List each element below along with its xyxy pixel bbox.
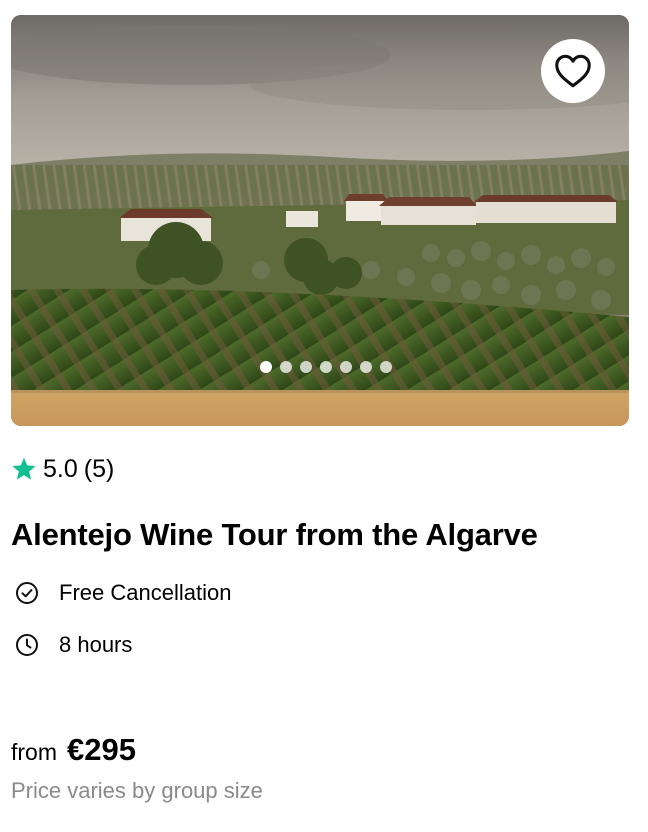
feature-label: 8 hours xyxy=(59,632,133,657)
carousel-dot[interactable] xyxy=(360,361,372,373)
clock-icon xyxy=(16,634,38,656)
rating-score: 5.0 xyxy=(43,455,78,483)
carousel-dot[interactable] xyxy=(280,361,292,373)
carousel-indicators xyxy=(17,361,629,373)
price: from €295 xyxy=(11,732,136,768)
carousel-dot[interactable] xyxy=(380,361,392,373)
tour-title[interactable]: Alentejo Wine Tour from the Algarve xyxy=(11,515,538,555)
feature-free-cancellation: Free Cancellation xyxy=(15,579,231,607)
feature-label: Free Cancellation xyxy=(59,580,232,605)
carousel-dot[interactable] xyxy=(340,361,352,373)
carousel-dot[interactable] xyxy=(260,361,272,373)
feature-duration: 8 hours xyxy=(15,631,132,659)
price-note: Price varies by group size xyxy=(11,778,263,803)
heart-icon xyxy=(555,54,591,88)
carousel-dot[interactable] xyxy=(320,361,332,373)
price-from-label: from xyxy=(11,739,57,765)
price-amount: €295 xyxy=(67,732,136,767)
favorite-button[interactable] xyxy=(541,39,605,103)
tour-card[interactable]: 5.0 (5) Alentejo Wine Tour from the Alga… xyxy=(0,0,648,832)
carousel-dot[interactable] xyxy=(300,361,312,373)
rating: 5.0 (5) xyxy=(11,454,114,484)
tour-image[interactable] xyxy=(11,15,629,426)
check-circle-icon xyxy=(16,582,38,604)
rating-count: (5) xyxy=(83,455,115,483)
star-icon xyxy=(12,457,36,480)
